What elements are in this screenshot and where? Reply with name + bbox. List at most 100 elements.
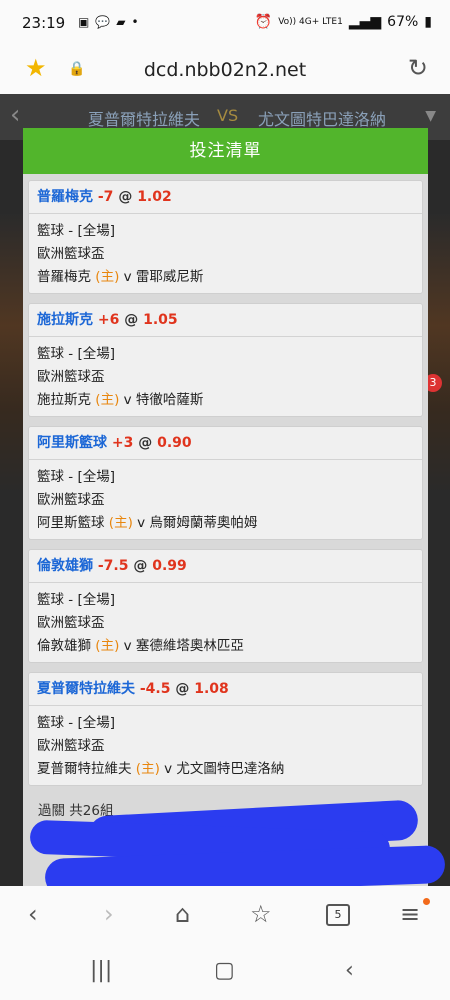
- bet-home-team: 倫敦雄獅: [37, 638, 91, 654]
- bet-team: 普羅梅克: [37, 189, 93, 205]
- bet-home-team: 普羅梅克: [37, 269, 91, 285]
- bet-slip-card: 夏普爾特拉維夫 -4.5 @ 1.08 籃球 - [全場] 歐洲籃球盃 夏普爾特…: [28, 672, 423, 786]
- bet-details: 籃球 - [全場] 歐洲籃球盃 阿里斯籃球 (主) v 烏爾姆蘭蒂奧帕姆: [29, 460, 422, 539]
- status-bar: 23:19 ▣ 💬 ▰ • ⏰ Vo)) 4G+ LTE1 ▂▄▆ 67% ▮: [0, 0, 450, 48]
- bet-sport: 籃球 - [全場]: [37, 469, 115, 485]
- bet-slip-card: 施拉斯克 +6 @ 1.05 籃球 - [全場] 歐洲籃球盃 施拉斯克 (主) …: [28, 303, 423, 417]
- bet-odds: 1.02: [137, 189, 172, 205]
- bet-match: 夏普爾特拉維夫 (主) v 尤文圖特巴達洛納: [37, 758, 414, 781]
- status-time: 23:19: [22, 14, 66, 32]
- bet-match: 倫敦雄獅 (主) v 塞德維塔奧林匹亞: [37, 635, 414, 658]
- chat-icon: 💬: [95, 15, 111, 29]
- bet-at: @: [138, 435, 153, 451]
- header-vs: VS: [217, 106, 239, 125]
- battery-icon: ▮: [424, 14, 432, 30]
- bet-match: 施拉斯克 (主) v 特徹哈薩斯: [37, 389, 414, 412]
- bet-match: 阿里斯籃球 (主) v 烏爾姆蘭蒂奧帕姆: [37, 512, 414, 535]
- bet-at: @: [175, 681, 190, 697]
- bet-at: @: [118, 189, 133, 205]
- bet-at: @: [124, 312, 139, 328]
- bet-title: 阿里斯籃球 +3 @ 0.90: [29, 427, 422, 460]
- dot-icon: •: [131, 15, 139, 29]
- bet-team: 阿里斯籃球: [37, 435, 107, 451]
- alarm-icon: ⏰: [254, 14, 273, 30]
- gallery-icon: ▣: [78, 15, 90, 29]
- header-team1: 夏普爾特拉維夫: [88, 110, 201, 129]
- bet-league: 歐洲籃球盃: [37, 246, 105, 262]
- bet-title: 普羅梅克 -7 @ 1.02: [29, 181, 422, 214]
- bet-sport: 籃球 - [全場]: [37, 715, 115, 731]
- bookmarks-icon[interactable]: ☆: [250, 900, 272, 928]
- menu-notification-dot: [423, 898, 430, 905]
- bet-title: 夏普爾特拉維夫 -4.5 @ 1.08: [29, 673, 422, 706]
- header-team2: 尤文圖特巴達洛納: [258, 110, 387, 129]
- bet-sport: 籃球 - [全場]: [37, 592, 115, 608]
- bet-title: 倫敦雄獅 -7.5 @ 0.99: [29, 550, 422, 583]
- home-icon[interactable]: ⌂: [175, 900, 190, 928]
- notification-icons: ▣ 💬 ▰ •: [78, 15, 139, 29]
- signal-icon: ▂▄▆: [348, 14, 382, 30]
- home-button-icon[interactable]: ▢: [214, 958, 235, 983]
- bet-home-tag: (主): [95, 269, 120, 285]
- bet-league: 歐洲籃球盃: [37, 492, 105, 508]
- bet-handicap: -4.5: [139, 681, 171, 697]
- tabs-icon[interactable]: 5: [326, 904, 350, 926]
- system-nav-bar: ||| ▢ ‹: [0, 944, 450, 1000]
- bet-title: 施拉斯克 +6 @ 1.05: [29, 304, 422, 337]
- bet-at: @: [133, 558, 148, 574]
- bet-match: 普羅梅克 (主) v 雷耶威尼斯: [37, 266, 414, 289]
- bet-home-team: 阿里斯籃球: [37, 515, 105, 531]
- url-text[interactable]: dcd.nbb02n2.net: [0, 59, 450, 81]
- bet-odds: 0.90: [157, 435, 192, 451]
- address-bar: ★ 🔒 dcd.nbb02n2.net ↻: [0, 48, 450, 95]
- bet-sport: 籃球 - [全場]: [37, 346, 115, 362]
- bet-slip-card: 倫敦雄獅 -7.5 @ 0.99 籃球 - [全場] 歐洲籃球盃 倫敦雄獅 (主…: [28, 549, 423, 663]
- bet-versus: v 尤文圖特巴達洛納: [164, 761, 285, 777]
- network-label: Vo)) 4G+ LTE1: [278, 17, 343, 27]
- bet-versus: v 塞德維塔奧林匹亞: [123, 638, 244, 654]
- bet-team: 施拉斯克: [37, 312, 93, 328]
- bet-home-team: 施拉斯克: [37, 392, 91, 408]
- bet-details: 籃球 - [全場] 歐洲籃球盃 夏普爾特拉維夫 (主) v 尤文圖特巴達洛納: [29, 706, 422, 785]
- bet-home-team: 夏普爾特拉維夫: [37, 761, 132, 777]
- recent-apps-icon[interactable]: |||: [90, 958, 112, 983]
- browser-nav-bar: ‹ › ⌂ ☆ 5 ≡: [0, 886, 450, 944]
- app-icon: ▰: [116, 15, 126, 29]
- bet-team: 夏普爾特拉維夫: [37, 681, 135, 697]
- bet-team: 倫敦雄獅: [37, 558, 93, 574]
- battery-label: 67%: [387, 14, 419, 30]
- bet-handicap: +3: [111, 435, 134, 451]
- bet-sport: 籃球 - [全場]: [37, 223, 115, 239]
- menu-icon[interactable]: ≡: [400, 900, 420, 928]
- bet-home-tag: (主): [108, 515, 133, 531]
- bet-versus: v 雷耶威尼斯: [123, 269, 204, 285]
- dropdown-arrow-icon[interactable]: ▼: [425, 108, 436, 124]
- forward-icon[interactable]: ›: [104, 900, 114, 928]
- bet-odds: 1.08: [194, 681, 229, 697]
- bet-slip-card: 普羅梅克 -7 @ 1.02 籃球 - [全場] 歐洲籃球盃 普羅梅克 (主) …: [28, 180, 423, 294]
- bet-details: 籃球 - [全場] 歐洲籃球盃 施拉斯克 (主) v 特徹哈薩斯: [29, 337, 422, 416]
- back-icon[interactable]: ‹: [28, 900, 38, 928]
- modal-title: 投注清單: [23, 128, 428, 174]
- bet-details: 籃球 - [全場] 歐洲籃球盃 普羅梅克 (主) v 雷耶威尼斯: [29, 214, 422, 293]
- bet-slip-modal: 投注清單 普羅梅克 -7 @ 1.02 籃球 - [全場] 歐洲籃球盃 普羅梅克…: [23, 128, 428, 888]
- bet-handicap: +6: [97, 312, 120, 328]
- bet-details: 籃球 - [全場] 歐洲籃球盃 倫敦雄獅 (主) v 塞德維塔奧林匹亞: [29, 583, 422, 662]
- bet-odds: 1.05: [143, 312, 178, 328]
- reload-icon[interactable]: ↻: [408, 54, 428, 82]
- bet-league: 歐洲籃球盃: [37, 738, 105, 754]
- bet-slip-card: 阿里斯籃球 +3 @ 0.90 籃球 - [全場] 歐洲籃球盃 阿里斯籃球 (主…: [28, 426, 423, 540]
- system-back-icon[interactable]: ‹: [345, 958, 354, 983]
- bet-league: 歐洲籃球盃: [37, 369, 105, 385]
- bet-odds: 0.99: [152, 558, 187, 574]
- bet-home-tag: (主): [135, 761, 160, 777]
- bet-versus: v 特徹哈薩斯: [123, 392, 204, 408]
- bet-versus: v 烏爾姆蘭蒂奧帕姆: [137, 515, 258, 531]
- status-right: ⏰ Vo)) 4G+ LTE1 ▂▄▆ 67% ▮: [255, 14, 432, 30]
- bet-home-tag: (主): [95, 638, 120, 654]
- bet-league: 歐洲籃球盃: [37, 615, 105, 631]
- bet-handicap: -7.5: [97, 558, 129, 574]
- bet-home-tag: (主): [95, 392, 120, 408]
- back-arrow-icon[interactable]: ‹: [10, 100, 20, 130]
- bet-handicap: -7: [97, 189, 114, 205]
